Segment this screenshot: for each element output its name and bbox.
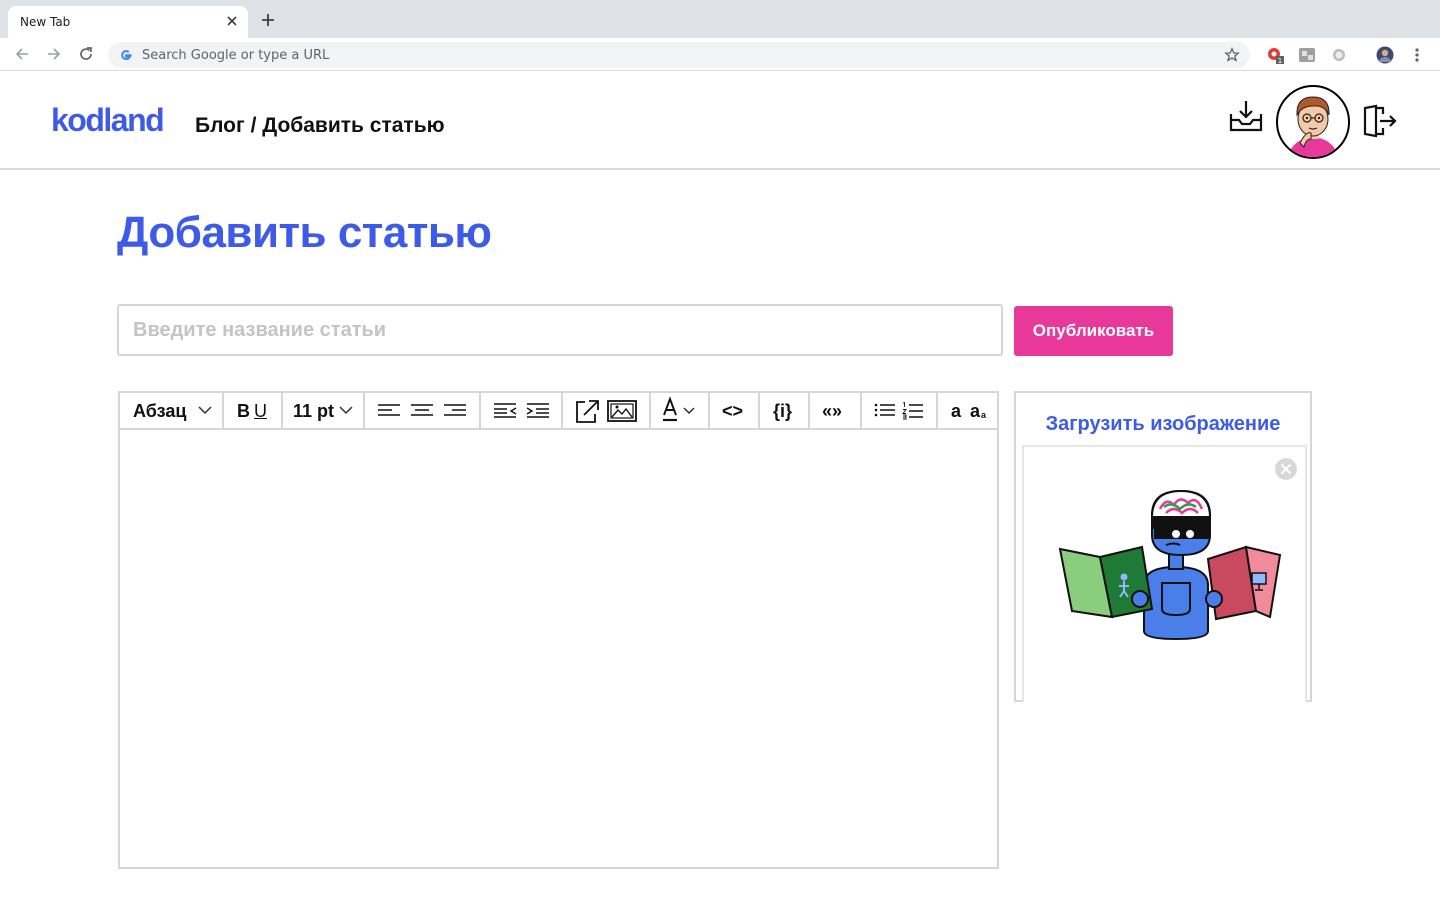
- quote-group: «»: [810, 393, 862, 428]
- text-color-icon[interactable]: [661, 393, 701, 428]
- avatar[interactable]: [1276, 85, 1350, 159]
- inline-code-button[interactable]: <>: [710, 393, 758, 428]
- lowercase-label: a: [951, 401, 962, 421]
- bold-label: B: [237, 401, 250, 421]
- code-block-label: {i}: [773, 401, 793, 421]
- forward-icon[interactable]: [45, 45, 63, 63]
- indent-icon[interactable]: [526, 393, 550, 428]
- inline-code-label: <>: [722, 401, 744, 421]
- remove-image-icon[interactable]: [1274, 457, 1298, 481]
- underline-label: U: [254, 401, 267, 421]
- browser-tabbar: New Tab: [0, 0, 1440, 38]
- extension-icon-circle[interactable]: [1330, 46, 1348, 64]
- profile-avatar-icon[interactable]: [1376, 46, 1394, 64]
- subscript-label: a: [970, 401, 981, 421]
- font-size-label: 11 pt: [293, 401, 335, 421]
- numbered-list-icon[interactable]: [902, 393, 924, 428]
- back-icon[interactable]: [13, 45, 31, 63]
- quote-label: «»: [822, 401, 843, 421]
- new-tab-icon[interactable]: [260, 12, 276, 28]
- breadcrumb: Блог / Добавить статью: [195, 114, 445, 137]
- address-placeholder: Search Google or type a URL: [142, 48, 330, 63]
- subscript-small-label: a: [981, 410, 987, 420]
- subscript-button[interactable]: a a: [966, 393, 992, 428]
- paragraph-format-label: Абзац: [133, 401, 187, 421]
- text-style-group: B U: [224, 393, 283, 428]
- close-icon[interactable]: [224, 13, 240, 29]
- bold-button[interactable]: B: [232, 393, 252, 428]
- publish-button[interactable]: Опубликовать: [1014, 306, 1173, 356]
- browser-toolbar: Search Google or type a URL 1: [0, 38, 1440, 71]
- tab-title: New Tab: [20, 15, 71, 29]
- underline-button[interactable]: U: [251, 393, 273, 428]
- editor-content-area[interactable]: [120, 430, 997, 867]
- lowercase-button[interactable]: a: [948, 393, 966, 428]
- outdent-icon[interactable]: [493, 393, 517, 428]
- code-block-button[interactable]: {i}: [760, 393, 808, 428]
- address-bar[interactable]: Search Google or type a URL: [108, 42, 1250, 68]
- logout-icon[interactable]: [1363, 104, 1397, 138]
- align-right-icon[interactable]: [443, 393, 467, 428]
- insert-link-icon[interactable]: [575, 393, 599, 428]
- kodland-logo[interactable]: kodland: [51, 102, 165, 139]
- chevron-down-icon: [339, 406, 353, 415]
- image-upload-panel: Загрузить изображение: [1014, 391, 1312, 702]
- quote-button[interactable]: «»: [810, 393, 860, 428]
- bulleted-list-icon[interactable]: [874, 393, 896, 428]
- inbox-download-icon[interactable]: [1229, 99, 1263, 133]
- align-center-icon[interactable]: [410, 393, 434, 428]
- code-group: <>: [710, 393, 760, 428]
- reload-icon[interactable]: [77, 45, 95, 63]
- alignment-group: [365, 393, 481, 428]
- align-left-icon[interactable]: [377, 393, 401, 428]
- insert-image-icon[interactable]: [607, 393, 637, 428]
- case-group: a a a: [938, 393, 997, 428]
- site-header: kodland Блог / Добавить статью: [0, 72, 1440, 170]
- extension-icon-red[interactable]: 1: [1266, 46, 1284, 64]
- paragraph-format-select[interactable]: Абзац: [120, 393, 222, 428]
- font-size-select[interactable]: 11 pt: [283, 393, 363, 428]
- upload-image-title[interactable]: Загрузить изображение: [1016, 413, 1310, 436]
- indent-group: [481, 393, 563, 428]
- browser-tab[interactable]: New Tab: [8, 6, 248, 38]
- insert-group: [563, 393, 651, 428]
- article-title-input[interactable]: [117, 304, 1003, 356]
- star-icon[interactable]: [1224, 47, 1240, 63]
- extension-icon-gray[interactable]: [1298, 46, 1316, 64]
- robot-reading-books-illustration: [1058, 489, 1282, 641]
- code-block-group: {i}: [760, 393, 810, 428]
- rich-text-editor: Абзац B U 11 pt <> {i} «» a a a: [118, 391, 999, 869]
- paragraph-format-group: Абзац: [120, 393, 224, 428]
- text-color-group: [651, 393, 710, 428]
- font-size-group: 11 pt: [283, 393, 365, 428]
- chevron-down-icon: [198, 406, 212, 415]
- user-avatar-illustration: [1288, 96, 1338, 157]
- menu-kebab-icon[interactable]: [1409, 46, 1425, 64]
- list-group: [862, 393, 938, 428]
- uploaded-image-preview: [1022, 445, 1307, 702]
- page-title: Добавить статью: [117, 208, 492, 257]
- google-icon: [121, 50, 132, 61]
- editor-toolbar: Абзац B U 11 pt <> {i} «» a a a: [120, 393, 997, 430]
- extension-badge: 1: [1278, 57, 1282, 64]
